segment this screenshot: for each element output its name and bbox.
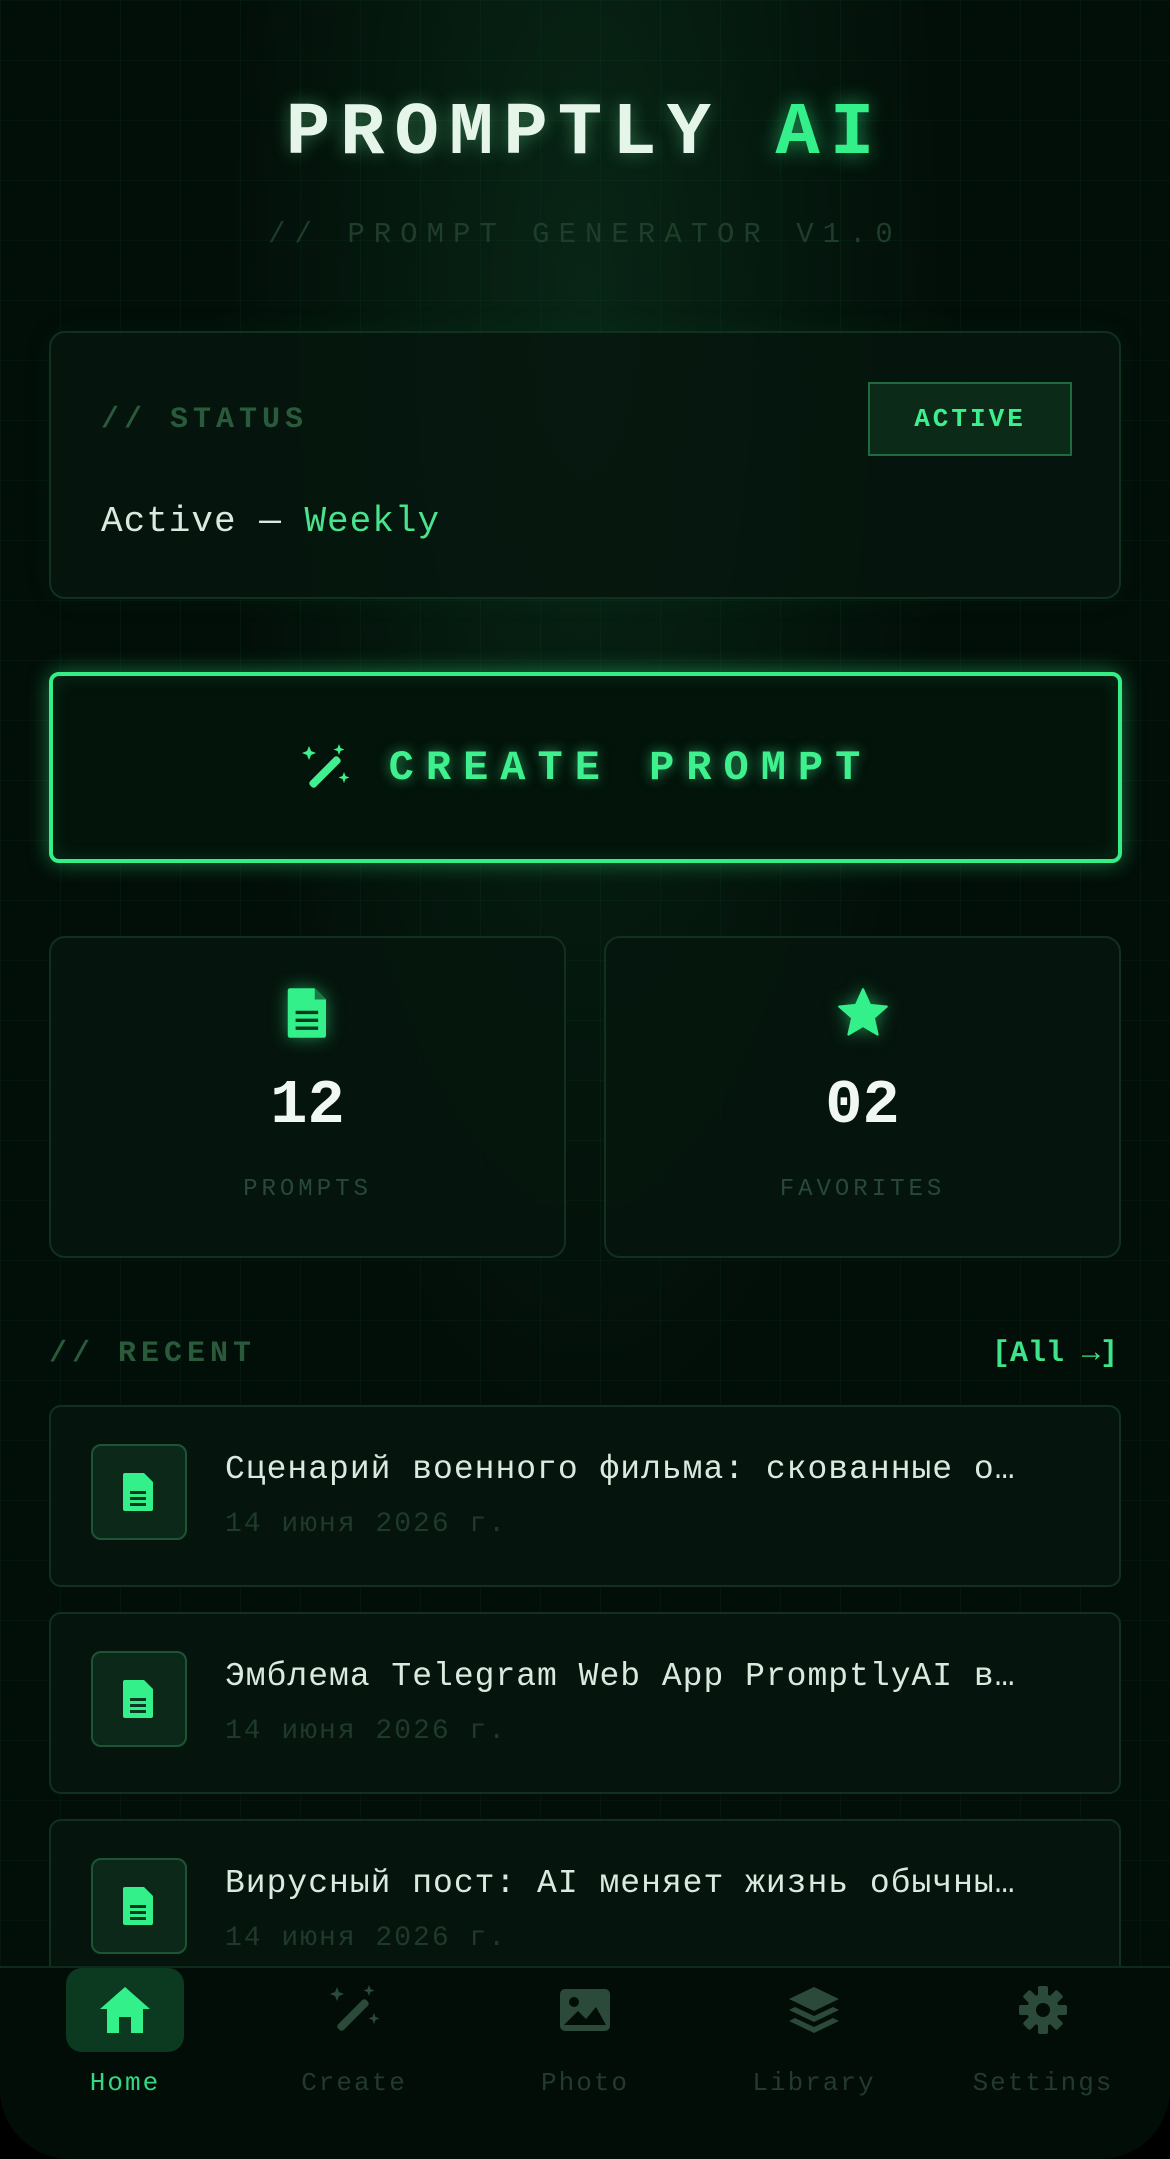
- nav-settings[interactable]: Settings: [926, 1968, 1160, 2118]
- recent-item-date: 14 июня 2026 г.: [225, 1923, 508, 1954]
- recent-item-title: Сценарий военного фильма: скованные о…: [225, 1451, 1016, 1488]
- status-label: // STATUS: [101, 403, 309, 437]
- nav-library-label: Library: [752, 2068, 876, 2098]
- document-icon: [287, 988, 326, 1038]
- app-screen: PROMPTLY AI // PROMPT GENERATOR V1.0 // …: [0, 0, 1170, 2159]
- nav-home-label: Home: [89, 2068, 161, 2098]
- gear-icon: [1019, 1986, 1067, 2034]
- nav-create-label: Create: [301, 2068, 407, 2098]
- nav-create[interactable]: Create: [237, 1968, 471, 2118]
- nav-settings-label: Settings: [972, 2068, 1114, 2098]
- home-icon: [100, 1987, 150, 2033]
- magic-wand-icon: [330, 1985, 380, 2031]
- status-period: Weekly: [304, 501, 441, 542]
- recent-item-date: 14 июня 2026 г.: [225, 1509, 508, 1540]
- document-icon: [123, 1680, 153, 1718]
- status-card: // STATUS ACTIVE Active — Weekly: [49, 331, 1121, 599]
- status-state: Active —: [101, 501, 282, 542]
- star-icon: [837, 988, 888, 1036]
- document-thumb: [91, 1444, 187, 1540]
- image-icon: [560, 1989, 610, 2031]
- stat-card-favorites[interactable]: 02 FAVORITES: [604, 936, 1121, 1258]
- magic-wand-icon: [301, 743, 350, 788]
- favorites-label: FAVORITES: [779, 1176, 946, 1203]
- create-prompt-label: CREATE PROMPT: [388, 743, 873, 792]
- recent-item-date: 14 июня 2026 г.: [225, 1716, 508, 1747]
- nav-photo-label: Photo: [540, 2068, 629, 2098]
- document-icon: [123, 1473, 153, 1511]
- recent-item-title: Эмблема Telegram Web App PromptlyAI в…: [225, 1658, 1016, 1695]
- create-prompt-button[interactable]: CREATE PROMPT: [49, 672, 1122, 863]
- recent-section-title: // RECENT: [49, 1337, 257, 1371]
- bottom-nav: Home Create Photo Library Settings: [0, 1966, 1170, 2159]
- app-subtitle: // PROMPT GENERATOR V1.0: [268, 218, 902, 251]
- recent-item-title: Вирусный пост: AI меняет жизнь обычны…: [225, 1865, 1016, 1902]
- nav-home[interactable]: Home: [8, 1968, 242, 2118]
- document-thumb: [91, 1651, 187, 1747]
- view-all-link[interactable]: [All →]: [992, 1337, 1118, 1371]
- nav-library[interactable]: Library: [697, 1968, 931, 2118]
- prompts-label: PROMPTS: [243, 1176, 372, 1203]
- stat-card-prompts[interactable]: 12 PROMPTS: [49, 936, 566, 1258]
- layers-icon: [789, 1987, 839, 2033]
- title-main: PROMPTLY: [285, 92, 721, 176]
- list-item[interactable]: Эмблема Telegram Web App PromptlyAI в… 1…: [49, 1612, 1121, 1794]
- favorites-count: 02: [825, 1070, 900, 1141]
- title-accent: AI: [775, 92, 885, 176]
- list-item[interactable]: Сценарий военного фильма: скованные о… 1…: [49, 1405, 1121, 1587]
- status-line: Active — Weekly: [101, 501, 440, 542]
- nav-photo[interactable]: Photo: [468, 1968, 702, 2118]
- document-icon: [123, 1887, 153, 1925]
- document-thumb: [91, 1858, 187, 1954]
- status-badge: ACTIVE: [868, 382, 1072, 456]
- app-title: PROMPTLY AI: [0, 92, 1170, 176]
- prompts-count: 12: [270, 1070, 345, 1141]
